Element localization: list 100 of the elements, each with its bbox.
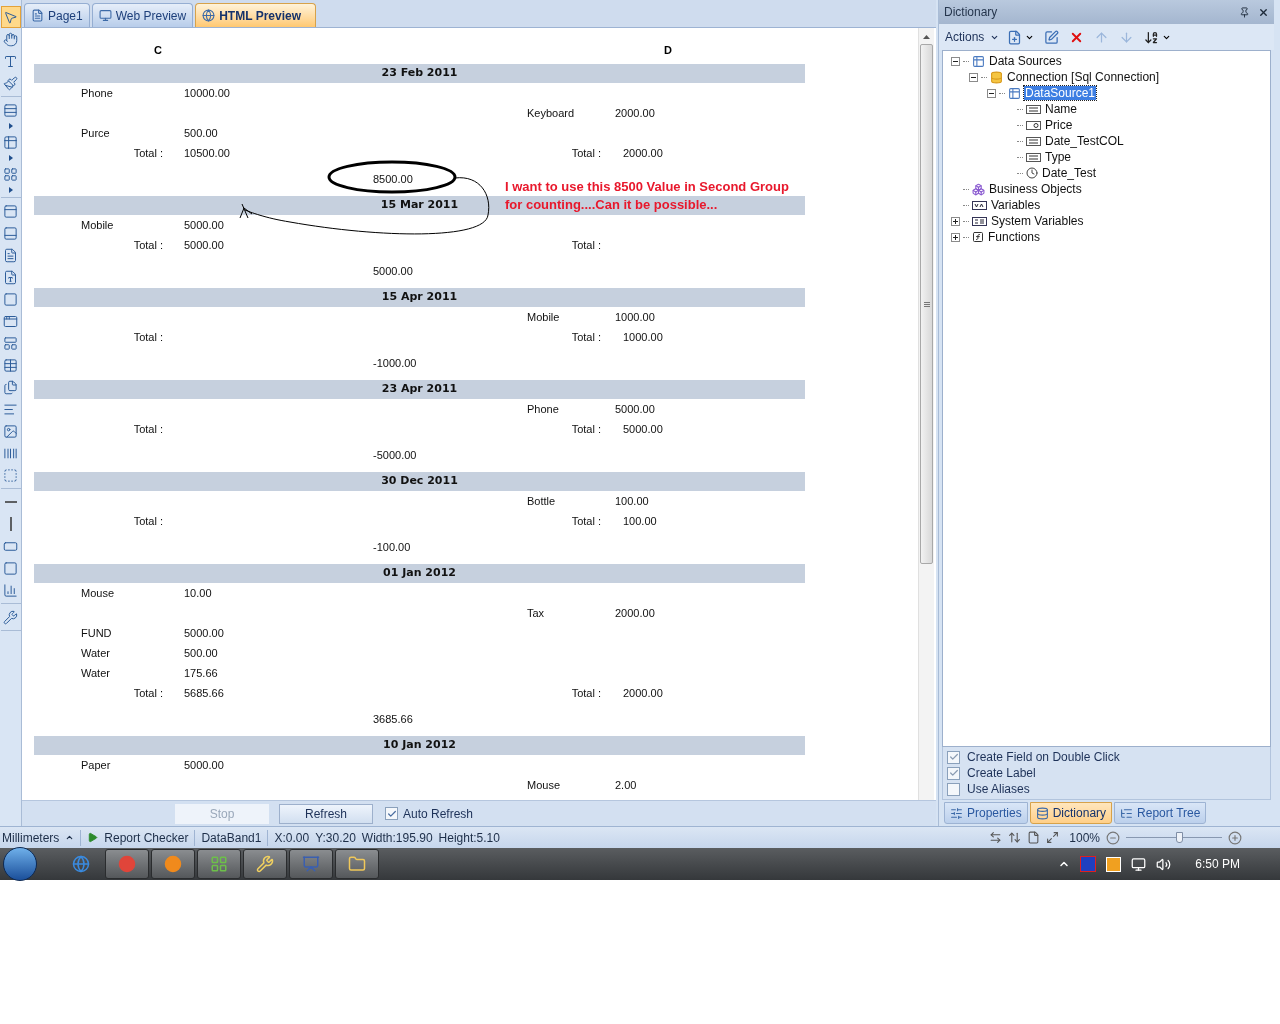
tree-item[interactable]: Type (1044, 150, 1072, 164)
expand-toggle[interactable] (951, 232, 960, 242)
item-name: Tax (527, 606, 545, 619)
chart-icon (3, 582, 18, 598)
tree-item[interactable]: Date_Test (1041, 166, 1098, 180)
item-value: 2000.00 (623, 686, 663, 699)
tree-item[interactable]: Price (1044, 118, 1074, 132)
tree-item[interactable]: Functions (987, 230, 1042, 244)
clock[interactable]: 6:50 PM (1195, 855, 1240, 873)
vertical-scrollbar[interactable] (918, 28, 934, 800)
scrollbar-thumb[interactable] (920, 44, 933, 564)
tree-item[interactable]: System Variables (990, 214, 1085, 228)
dictionary-icon (1035, 806, 1049, 820)
slider-thumb[interactable] (1175, 832, 1183, 843)
table-icon (972, 54, 985, 68)
play-icon[interactable] (87, 832, 99, 843)
option-label: Create Field on Double Click (967, 749, 1120, 766)
item-value: 500.00 (184, 646, 218, 659)
volume-icon[interactable] (1156, 856, 1172, 872)
item-name: Mobile (527, 310, 560, 323)
item-value: 5000.00 (615, 402, 655, 415)
total-label: Total : (133, 330, 163, 343)
plus-icon (953, 234, 958, 240)
panel-title: Dictionary (944, 4, 998, 21)
summary-value: -5000.00 (373, 449, 417, 462)
position-text: Height:5.10 (438, 829, 500, 847)
report-checker-label[interactable]: Report Checker (104, 828, 189, 847)
tab[interactable]: Web Preview (91, 3, 194, 27)
group-date: 15 Mar 2011 (380, 197, 459, 214)
units-label[interactable]: Millimeters (0, 828, 60, 847)
taskbar-button[interactable] (289, 849, 333, 879)
taskbar-button[interactable] (151, 849, 195, 879)
tab[interactable]: Page1 (24, 3, 90, 27)
tree-item[interactable]: Name (1044, 102, 1078, 116)
position-text: Y:30.20 (315, 829, 356, 847)
annotation-text: I want to use this 8500 Value in Second Group for counting....Can it be possible... (505, 178, 789, 214)
tree-item[interactable]: Business Objects (988, 182, 1083, 196)
item-value: 5000.00 (184, 218, 224, 231)
plus-icon (953, 218, 958, 224)
tree-item[interactable]: Connection [Sql Connection] (1006, 70, 1161, 84)
column-header: C (154, 43, 162, 56)
tray-square-icon[interactable] (1106, 856, 1122, 872)
table-band-icon (3, 134, 18, 150)
network-icon[interactable] (1131, 856, 1147, 872)
panel-tab[interactable]: Dictionary (1029, 802, 1113, 824)
pages-icon (3, 379, 18, 395)
caret-up-icon[interactable] (65, 833, 75, 842)
page-icon[interactable] (1027, 831, 1041, 844)
tree-item[interactable]: DataSource1 (1024, 86, 1097, 100)
zoom-out-icon[interactable] (1106, 830, 1120, 845)
collapse-toggle[interactable] (969, 72, 978, 82)
preview-button[interactable]: Refresh (279, 803, 373, 824)
field-icon (1026, 152, 1041, 162)
taskbar-button[interactable] (105, 849, 149, 879)
start-button[interactable] (3, 847, 37, 881)
total-label: Total : (133, 686, 163, 699)
fit-width-icon[interactable] (989, 831, 1003, 844)
group-date: 10 Jan 2012 (383, 737, 456, 754)
total-label: Total : (133, 146, 163, 159)
tree-item[interactable]: Data Sources (988, 54, 1063, 68)
actions-dropdown[interactable]: Actions (945, 28, 1000, 46)
zoom-in-icon[interactable] (1228, 830, 1242, 845)
taskbar-button[interactable] (335, 849, 379, 879)
tree-item[interactable]: Date_TestCOL (1044, 134, 1125, 148)
check-icon (386, 808, 397, 819)
panel-tab[interactable]: Report Tree (1114, 802, 1207, 824)
database-icon (990, 70, 1003, 84)
globe-icon (202, 9, 216, 22)
fit-height-icon[interactable] (1008, 831, 1022, 844)
item-name: FUND (81, 626, 112, 639)
checkbox[interactable] (947, 766, 960, 780)
checkbox[interactable] (385, 807, 398, 820)
folder-icon (348, 855, 366, 873)
pin-icon[interactable] (1239, 6, 1250, 18)
collapse-toggle[interactable] (987, 88, 996, 98)
taskbar-button[interactable] (197, 849, 241, 879)
tree-icon (1120, 806, 1134, 820)
band-icon (3, 102, 18, 118)
item-value: 100.00 (623, 514, 657, 527)
total-label: Total : (133, 238, 163, 251)
zoom-slider[interactable] (1126, 831, 1222, 844)
pointer-icon (3, 9, 18, 25)
function-icon (972, 231, 984, 243)
vertical-line-icon (9, 517, 12, 531)
container-icon (3, 335, 18, 351)
panel-tab[interactable]: Properties (944, 802, 1028, 824)
checkbox[interactable] (947, 750, 960, 764)
tool-button[interactable] (0, 6, 21, 28)
table-icon (1008, 86, 1021, 100)
rich-text-icon (3, 401, 18, 417)
checkbox[interactable] (947, 782, 960, 796)
expand-toggle[interactable] (951, 216, 960, 226)
total-label: Total : (571, 686, 601, 699)
actual-size-icon[interactable] (1046, 831, 1060, 844)
taskbar-button[interactable] (243, 849, 287, 879)
summary-value: 8500.00 (373, 173, 413, 186)
close-icon[interactable] (1258, 6, 1269, 18)
collapse-toggle[interactable] (951, 56, 960, 66)
tab[interactable]: HTML Preview (195, 3, 316, 27)
tree-item[interactable]: Variables (990, 198, 1042, 212)
